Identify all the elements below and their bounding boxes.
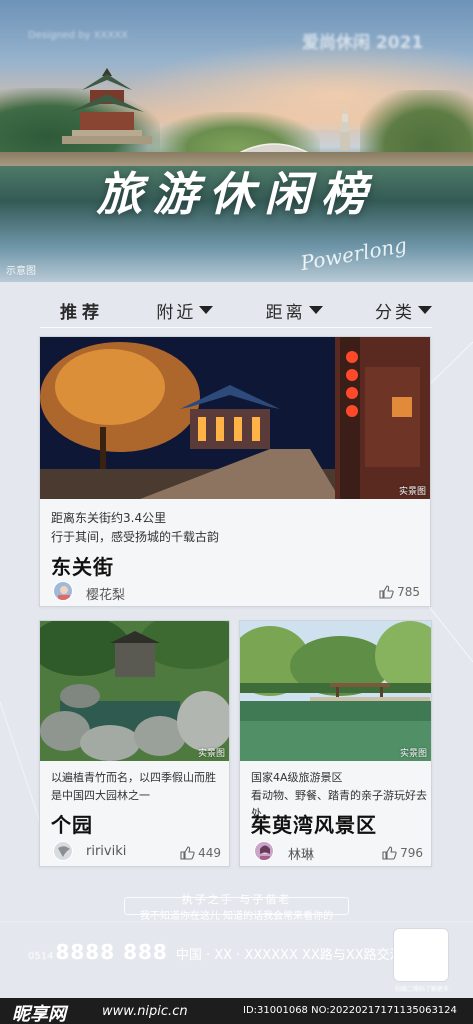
qr-code-placeholder[interactable] [393,928,449,982]
poster-title: 旅游休闲榜 [96,167,377,221]
credit-bar: 昵享网 www.nipic.cn ID:31001068 NO:20220217… [0,998,473,1024]
caret-down-icon [417,306,432,314]
like-count: 785 [397,585,420,599]
avatar[interactable] [254,841,274,861]
spot-photo[interactable]: 实景图 [40,621,229,761]
site-logo[interactable]: 昵享网 [12,1000,66,1024]
spot-card-dongguan[interactable]: 实景图 距离东关街约3.4公里 行于其间，感受扬城的千载古韵 东关街 樱花梨 7… [39,336,431,607]
like-button[interactable]: 449 [180,846,221,860]
desc-line: 行于其间，感受扬城的千载古韵 [51,530,220,544]
tab-nearby[interactable]: 附近 [156,298,214,323]
tab-label: 推荐 [60,302,104,323]
tree-cluster-right [360,90,473,160]
spot-description: 距离东关街约3.4公里 行于其间，感受扬城的千载古韵 [51,509,219,547]
desc-line: 以遍植青竹而名，以四季假山而胜 [51,771,216,784]
pavilion-graphic [62,68,152,144]
qr-label: 扫描二维码了解更多 [394,986,449,993]
avatar[interactable] [53,581,73,601]
spot-name: 东关街 [51,555,114,579]
user-avatar-icon [54,842,72,860]
tab-label: 距离 [265,302,306,323]
tabs-divider [40,327,432,328]
author-name[interactable]: 樱花梨 [86,584,125,603]
spot-card-zhuyu[interactable]: 实景图 国家4A级旅游景区 看动物、野餐、踏青的亲子游玩好去处 茱萸湾风景区 林… [239,620,432,867]
photo-tag: 实景图 [197,749,225,759]
tab-category[interactable]: 分类 [375,298,432,323]
pagoda-tower-graphic [340,110,350,150]
caret-down-icon [199,306,214,314]
spot-card-geyuan[interactable]: 实景图 以遍植青竹而名，以四季假山而胜 是中国四大园林之一 个园 ririvik… [39,620,230,867]
photo-tag: 实景图 [399,749,427,759]
desc-line: 距离东关街约3.4公里 [51,511,167,525]
address: 中国 · XX · XXXXXX XX路与XX路交汇处 [175,948,416,963]
spot-photo[interactable]: 实景图 [240,621,431,761]
like-count: 796 [400,846,423,860]
garden-rockery-illustration [40,621,229,761]
user-avatar-icon [54,582,72,600]
slogan: 执子之手 与子偕老 [181,893,292,906]
caret-down-icon [308,306,323,314]
phone-prefix: 0514 [28,951,54,962]
desc-line: 国家4A级旅游景区 [251,771,343,784]
thumbs-up-icon [180,846,195,860]
spot-name: 个园 [51,813,93,837]
tab-label: 附近 [156,302,197,323]
site-url[interactable]: www.nipic.cn [102,1004,188,1019]
thumbs-up-icon [379,585,394,599]
like-button[interactable]: 796 [382,846,423,860]
lake-pavilion-illustration [240,621,431,761]
tab-recommend[interactable]: 推荐 [60,298,104,323]
like-button[interactable]: 785 [379,585,420,599]
avatar[interactable] [53,841,73,861]
hero-banner: Designed by XXXXX 爱尚休闲 2021 旅游休闲榜 Powerl… [0,0,473,282]
user-avatar-icon [255,842,273,860]
category-tabs: 推荐 附近 距离 分类 [40,296,432,324]
photo-tag: 实景图 [398,487,426,497]
phone-number[interactable]: 8888 888 [55,940,167,964]
spot-name: 茱萸湾风景区 [251,813,377,837]
author-name[interactable]: ririviki [86,844,126,859]
author-name[interactable]: 林琳 [288,844,314,863]
contact-line: 0514 8888 888 中国 · XX · XXXXXX XX路与XX路交汇… [28,940,416,964]
slogan-subtitle: 我不知道你在这儿 知道的话我会常来看你的 [139,911,334,922]
thumbs-up-icon [382,846,397,860]
demo-note: 示意图 [6,266,36,277]
spot-photo[interactable]: 实景图 [40,337,430,499]
like-count: 449 [198,846,221,860]
watermark-left: Designed by XXXXX [28,30,128,41]
image-id: ID:31001068 NO:20220217171135063124 [243,1005,457,1016]
tab-label: 分类 [374,302,415,323]
spot-description: 以遍植青竹而名，以四季假山而胜 是中国四大园林之一 [51,769,216,805]
desc-line: 是中国四大园林之一 [51,789,150,802]
tab-distance[interactable]: 距离 [266,298,323,323]
watermark-right: 爱尚休闲 2021 [302,33,424,53]
night-street-illustration [40,337,430,499]
